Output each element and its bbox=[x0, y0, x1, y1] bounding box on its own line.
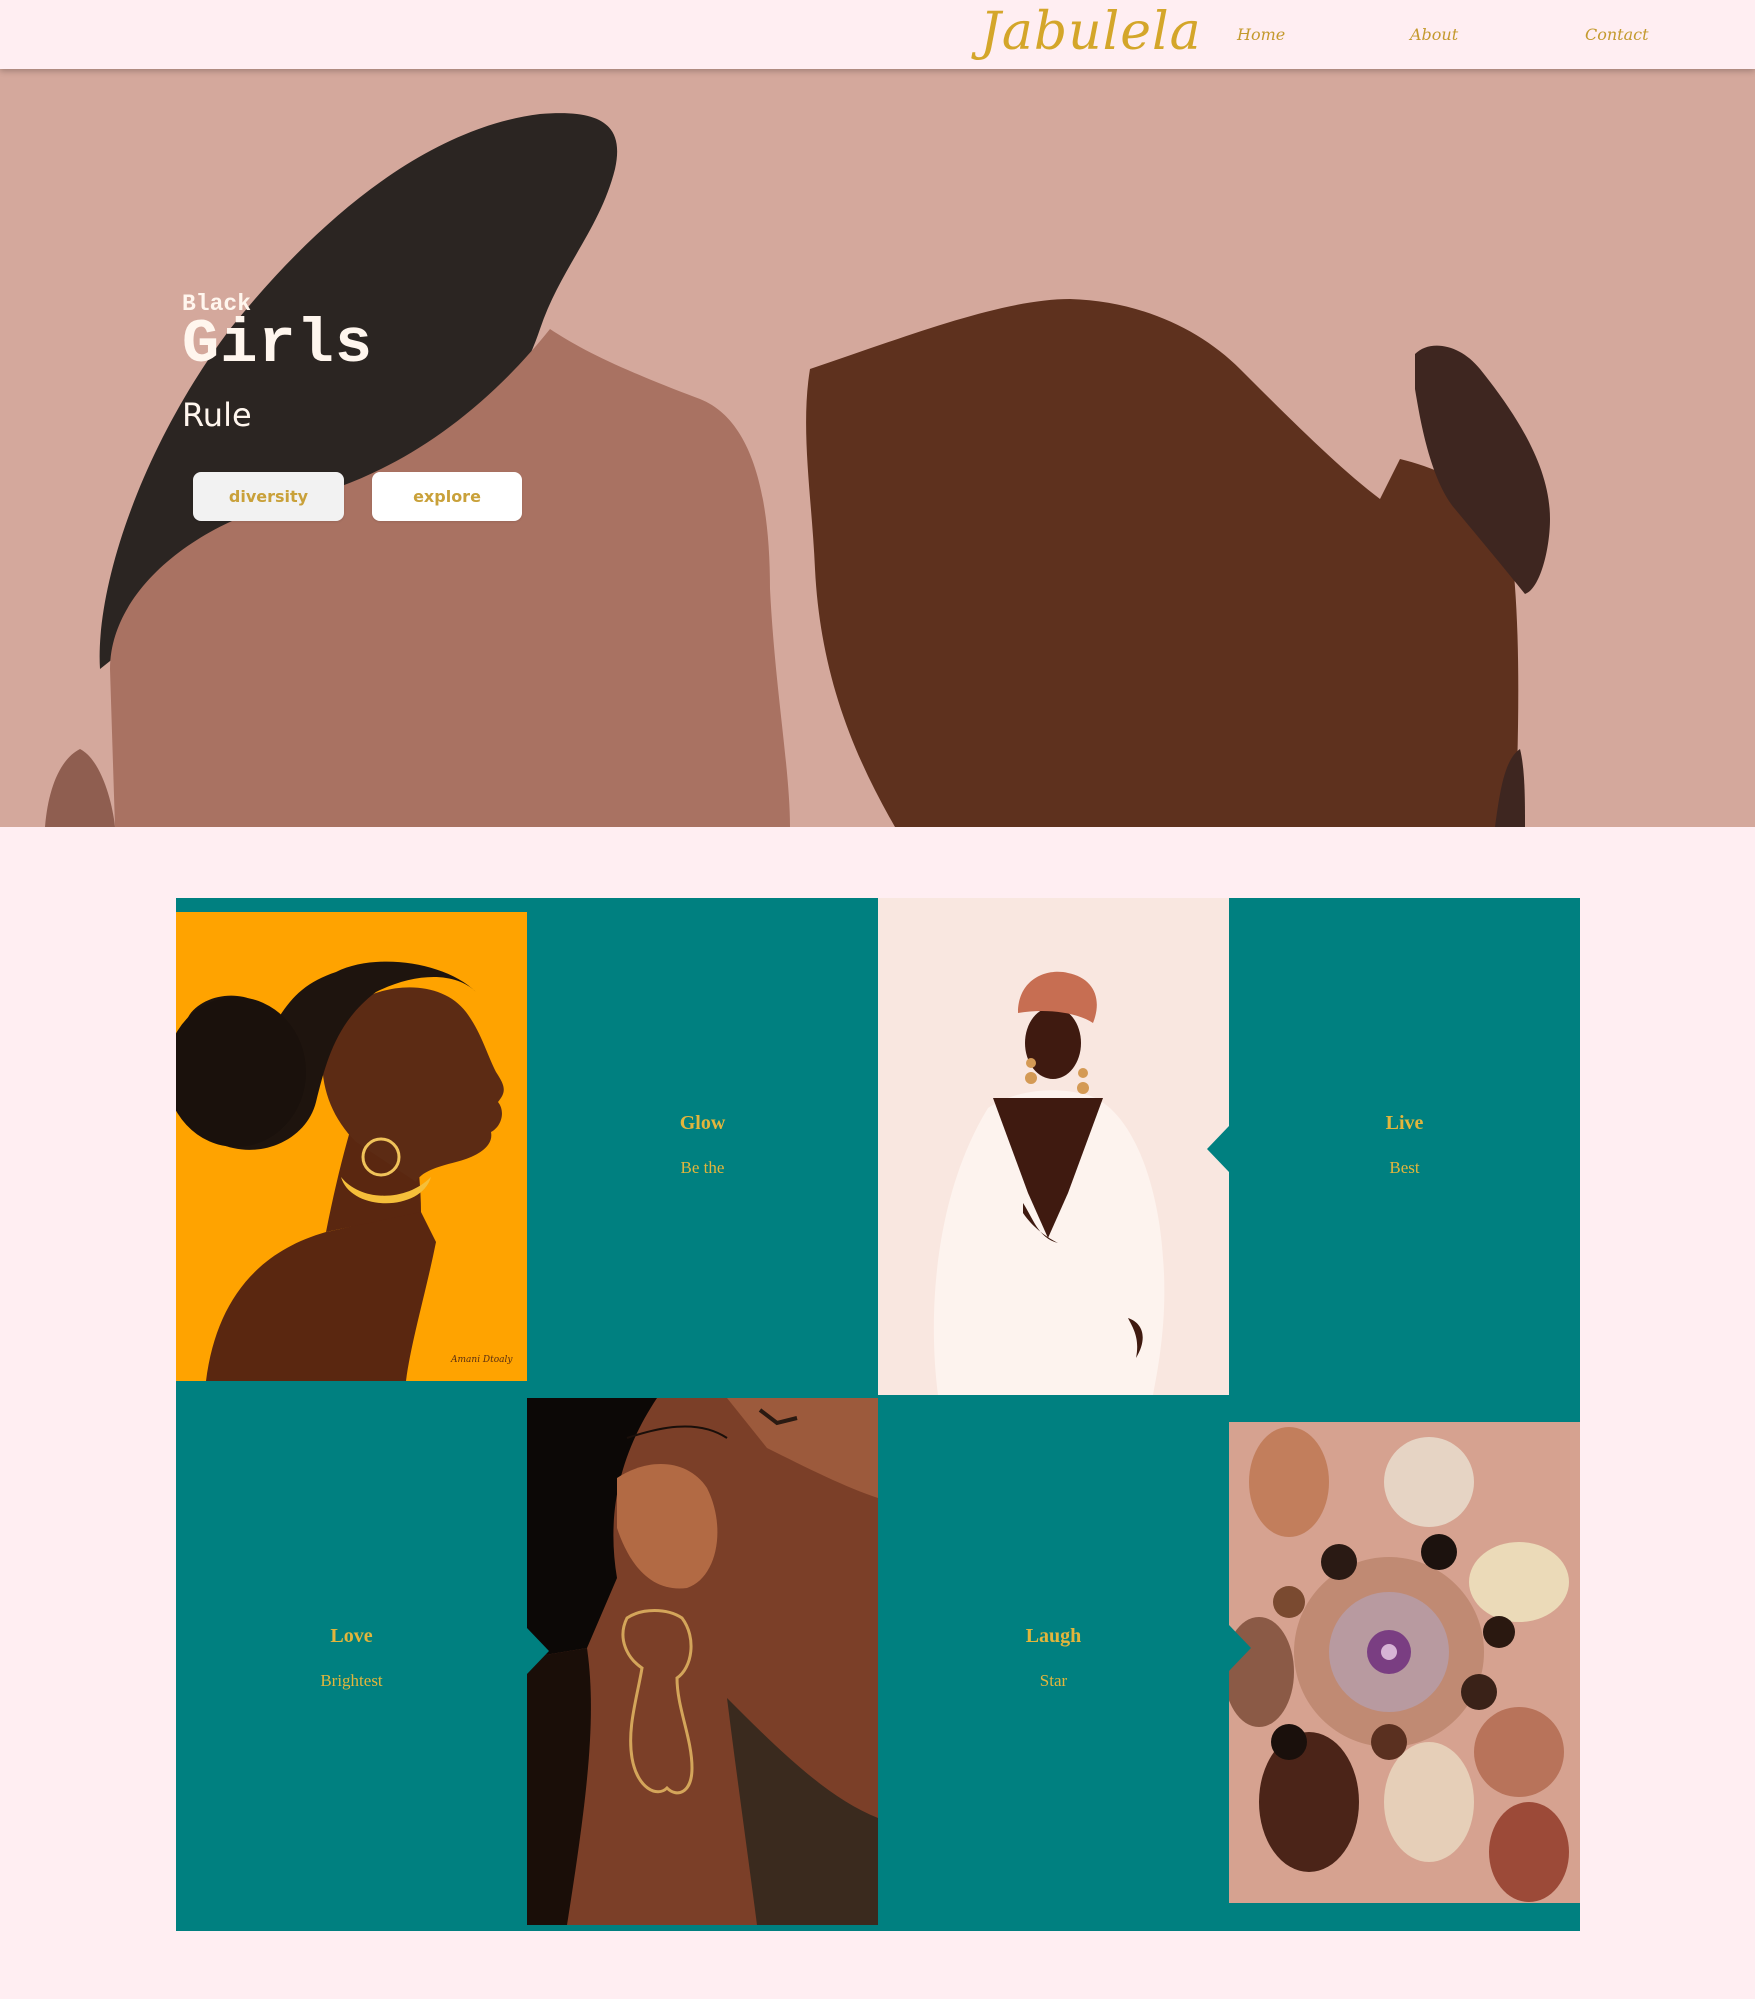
nav-contact-link[interactable]: Contact bbox=[1585, 25, 1649, 44]
card-glow-subtitle: Be the bbox=[680, 1158, 725, 1177]
nav-about-link[interactable]: About bbox=[1410, 25, 1458, 44]
card-live-pointer bbox=[1207, 1126, 1229, 1172]
card-live-title: Live bbox=[1385, 1112, 1424, 1134]
illustration-profile-woman: Amani Dtoaly bbox=[176, 912, 527, 1381]
hero-artwork bbox=[0, 69, 1755, 827]
hero-line-girls: Girls bbox=[182, 309, 374, 380]
svg-text:Amani Dtoaly: Amani Dtoaly bbox=[450, 1355, 513, 1365]
explore-button[interactable]: explore bbox=[372, 472, 522, 521]
diversity-button[interactable]: diversity bbox=[193, 472, 344, 521]
card-love-subtitle: Brightest bbox=[320, 1671, 383, 1690]
card-glow[interactable]: Glow Be the bbox=[527, 898, 878, 1395]
card-laugh-title: Laugh bbox=[1025, 1625, 1082, 1647]
hero-banner: Black Girls Rule diversity explore bbox=[0, 69, 1755, 827]
gallery-image-circle-of-women[interactable] bbox=[1229, 1422, 1580, 1903]
card-love[interactable]: Love Brightest bbox=[176, 1395, 527, 1931]
gallery-image-turban-woman[interactable] bbox=[878, 898, 1229, 1395]
card-live[interactable]: Live Best bbox=[1229, 898, 1580, 1418]
card-glow-title: Glow bbox=[679, 1112, 726, 1134]
logo[interactable]: Jabulela bbox=[980, 2, 1202, 62]
card-laugh-text: Laugh Star bbox=[878, 1625, 1229, 1691]
card-glow-text: Glow Be the bbox=[527, 1112, 878, 1178]
gallery-image-earring-closeup[interactable] bbox=[527, 1398, 878, 1925]
site-header: Jabulela Home About Contact bbox=[0, 0, 1755, 69]
card-love-pointer bbox=[527, 1628, 549, 1674]
card-laugh[interactable]: Laugh Star bbox=[878, 1395, 1229, 1931]
card-live-text: Live Best bbox=[1229, 1112, 1580, 1178]
hero-line-rule: Rule bbox=[182, 396, 252, 434]
card-laugh-subtitle: Star bbox=[1039, 1671, 1068, 1690]
gallery-grid: Amani Dtoaly Glow Be the Live Best Love … bbox=[176, 898, 1580, 1931]
card-love-title: Love bbox=[330, 1625, 373, 1647]
nav-home-link[interactable]: Home bbox=[1237, 25, 1285, 44]
illustration-circle-of-women bbox=[1229, 1422, 1580, 1903]
card-live-subtitle: Best bbox=[1389, 1158, 1420, 1177]
card-love-text: Love Brightest bbox=[176, 1625, 527, 1691]
card-laugh-pointer bbox=[1229, 1625, 1251, 1671]
illustration-earring-closeup bbox=[527, 1398, 878, 1925]
illustration-turban-woman bbox=[878, 898, 1229, 1395]
gallery-image-profile-woman[interactable]: Amani Dtoaly bbox=[176, 912, 527, 1381]
